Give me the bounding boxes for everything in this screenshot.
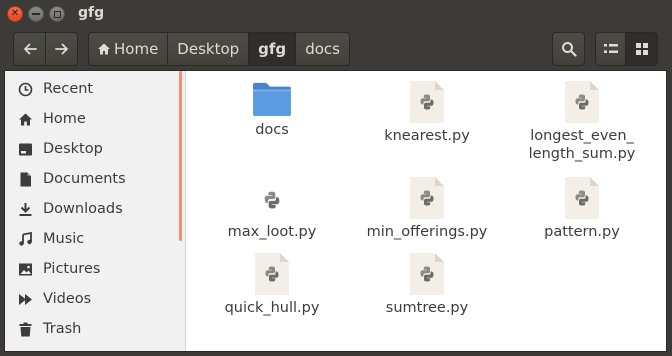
file-label: longest_even_ length_sum.py xyxy=(528,128,636,162)
forward-button[interactable] xyxy=(45,32,78,66)
desktop-icon xyxy=(17,141,33,157)
file-item-docs[interactable]: docs xyxy=(202,81,342,139)
sidebar: Recent Home Desktop Documents Downloads … xyxy=(5,71,186,351)
picture-icon xyxy=(17,261,33,277)
sidebar-item-home[interactable]: Home xyxy=(5,104,179,134)
sidebar-item-label: Music xyxy=(43,231,85,247)
minimize-window-button[interactable] xyxy=(28,6,44,22)
breadcrumb-home[interactable]: Home xyxy=(89,33,169,65)
video-icon xyxy=(17,291,33,307)
clock-icon xyxy=(17,81,33,97)
python-file-icon xyxy=(410,253,444,295)
file-item-knearest[interactable]: knearest.py xyxy=(357,81,497,145)
sidebar-item-recent[interactable]: Recent xyxy=(5,74,179,104)
file-item-quick-hull[interactable]: quick_hull.py xyxy=(202,253,342,317)
home-icon xyxy=(17,111,33,127)
breadcrumb-docs-label: docs xyxy=(305,40,340,58)
sidebar-item-label: Pictures xyxy=(43,261,101,277)
arrow-right-icon xyxy=(54,43,68,55)
python-file-icon xyxy=(410,81,444,123)
sidebar-item-label: Recent xyxy=(43,81,94,97)
breadcrumb-desktop-label: Desktop xyxy=(177,40,240,58)
home-icon xyxy=(98,43,110,55)
sidebar-item-label: Trash xyxy=(43,321,82,337)
maximize-icon xyxy=(53,10,61,18)
trash-icon xyxy=(17,321,33,337)
sidebar-item-videos[interactable]: Videos xyxy=(5,284,179,314)
close-icon: ✕ xyxy=(10,8,20,19)
close-window-button[interactable]: ✕ xyxy=(7,6,23,22)
sidebar-scrollbar[interactable] xyxy=(179,71,182,241)
python-file-icon xyxy=(565,81,599,123)
document-icon xyxy=(17,171,33,187)
grid-view-button[interactable] xyxy=(625,32,658,66)
search-button[interactable] xyxy=(552,32,585,66)
sidebar-item-trash[interactable]: Trash xyxy=(5,314,179,344)
file-label: min_offerings.py xyxy=(366,224,488,240)
sidebar-item-label: Documents xyxy=(43,171,126,187)
file-item-pattern[interactable]: pattern.py xyxy=(512,177,652,241)
list-view-button[interactable] xyxy=(595,32,626,66)
breadcrumb-desktop[interactable]: Desktop xyxy=(168,33,250,65)
sidebar-item-label: Desktop xyxy=(43,141,103,157)
file-label: pattern.py xyxy=(544,224,620,240)
file-label: quick_hull.py xyxy=(224,300,320,316)
python-file-icon xyxy=(410,177,444,219)
python-file-icon xyxy=(565,177,599,219)
back-button[interactable] xyxy=(13,32,46,66)
maximize-window-button[interactable] xyxy=(49,6,65,22)
toolbar: Home Desktop gfg docs xyxy=(0,28,672,70)
sidebar-item-label: Videos xyxy=(43,291,92,307)
download-icon xyxy=(17,201,33,217)
file-item-max-loot[interactable]: max_loot.py xyxy=(202,181,342,241)
breadcrumb: Home Desktop gfg docs xyxy=(88,32,350,66)
list-view-icon xyxy=(603,44,618,53)
minimize-icon xyxy=(32,13,40,15)
sidebar-item-label: Home xyxy=(43,111,86,127)
search-icon xyxy=(561,42,577,57)
file-grid: docs knearest.py longest_even_ length_su… xyxy=(186,71,666,351)
file-manager-window: ✕ gfg Home Desktop gfg docs Recent Home … xyxy=(0,0,672,356)
sidebar-item-music[interactable]: Music xyxy=(5,224,179,254)
file-item-min-offerings[interactable]: min_offerings.py xyxy=(357,177,497,241)
folder-icon xyxy=(253,82,291,117)
breadcrumb-gfg-label: gfg xyxy=(258,40,287,58)
title-bar: ✕ gfg xyxy=(0,0,672,28)
sidebar-item-documents[interactable]: Documents xyxy=(5,164,179,194)
music-icon xyxy=(17,231,33,247)
breadcrumb-gfg[interactable]: gfg xyxy=(249,33,297,65)
file-label: knearest.py xyxy=(384,128,470,144)
breadcrumb-docs[interactable]: docs xyxy=(296,33,349,65)
file-item-longest-even-length-sum[interactable]: longest_even_ length_sum.py xyxy=(512,81,652,163)
file-item-sumtree[interactable]: sumtree.py xyxy=(357,253,497,317)
file-label: max_loot.py xyxy=(227,224,317,240)
content-area: Recent Home Desktop Documents Downloads … xyxy=(4,70,667,352)
file-label: sumtree.py xyxy=(385,300,469,316)
sidebar-item-pictures[interactable]: Pictures xyxy=(5,254,179,284)
window-title: gfg xyxy=(78,5,105,21)
sidebar-item-desktop[interactable]: Desktop xyxy=(5,134,179,164)
python-file-icon xyxy=(255,253,289,295)
grid-view-icon xyxy=(635,43,648,55)
sidebar-item-label: Downloads xyxy=(43,201,123,217)
sidebar-item-downloads[interactable]: Downloads xyxy=(5,194,179,224)
python-file-icon xyxy=(255,181,289,219)
file-label: docs xyxy=(255,122,289,138)
breadcrumb-home-label: Home xyxy=(114,40,159,58)
arrow-left-icon xyxy=(23,43,37,55)
